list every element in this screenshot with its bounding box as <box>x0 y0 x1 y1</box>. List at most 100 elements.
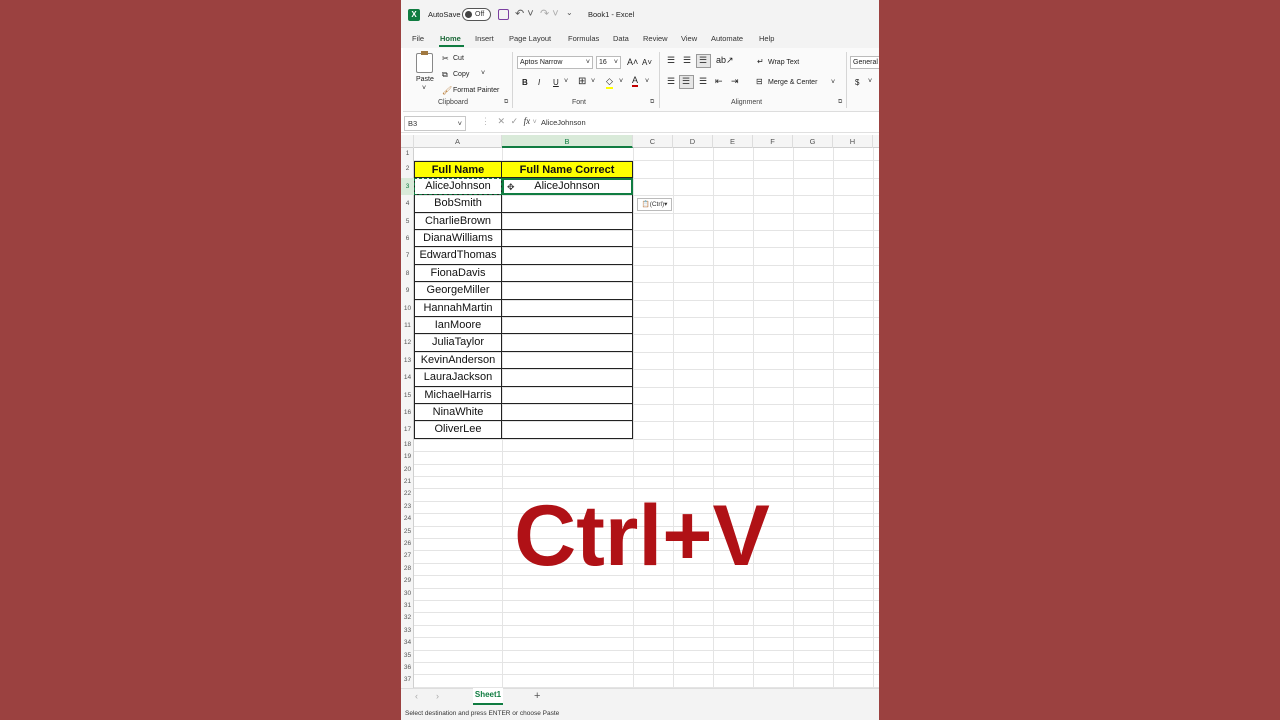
font-color-dropdown-icon[interactable]: ˅ <box>645 78 649 85</box>
format-painter-button[interactable]: Format Painter <box>453 87 499 94</box>
cell-full-name[interactable]: IanMoore <box>414 317 502 335</box>
row-header[interactable]: 7 <box>401 247 414 264</box>
cell-full-name[interactable]: EdwardThomas <box>414 247 502 265</box>
active-cell-b3[interactable] <box>502 178 633 195</box>
row-header[interactable]: 22 <box>401 488 414 500</box>
row-header[interactable]: 26 <box>401 538 414 550</box>
tab-review[interactable]: Review <box>643 34 668 43</box>
cell-full-name-correct[interactable] <box>502 264 633 283</box>
row-header[interactable]: 6 <box>401 230 414 247</box>
italic-button[interactable]: I <box>538 78 540 87</box>
column-header-e[interactable]: E <box>713 135 753 148</box>
tab-page-layout[interactable]: Page Layout <box>509 34 551 43</box>
column-header-a[interactable]: A <box>414 135 502 148</box>
cut-button[interactable]: Cut <box>453 55 464 62</box>
row-header[interactable]: 30 <box>401 588 414 600</box>
tab-automate[interactable]: Automate <box>711 34 743 43</box>
row-header[interactable]: 27 <box>401 550 414 562</box>
borders-icon[interactable]: ⊞ <box>578 76 586 87</box>
cell-full-name-correct[interactable] <box>502 282 633 300</box>
align-bottom-button[interactable]: ☰ <box>696 54 711 68</box>
column-header-f[interactable]: F <box>753 135 793 148</box>
cell-full-name[interactable]: BobSmith <box>414 195 502 213</box>
wrap-text-button[interactable]: Wrap Text <box>768 59 799 66</box>
tab-view[interactable]: View <box>681 34 697 43</box>
cell-full-name[interactable]: CharlieBrown <box>414 212 502 230</box>
cell-full-name-correct[interactable] <box>502 369 633 387</box>
row-header[interactable]: 4 <box>401 195 414 212</box>
previous-sheet-icon[interactable]: ‹ <box>415 691 418 701</box>
cell-full-name[interactable]: GeorgeMiller <box>414 282 502 300</box>
cell-full-name[interactable]: HannahMartin <box>414 299 502 317</box>
align-center-button[interactable]: ☰ <box>679 75 694 89</box>
row-header[interactable]: 32 <box>401 612 414 624</box>
bold-button[interactable]: B <box>522 78 528 87</box>
next-sheet-icon[interactable]: › <box>436 691 439 701</box>
decrease-indent-icon[interactable]: ⇤ <box>715 76 723 87</box>
row-header[interactable]: 14 <box>401 369 414 386</box>
row-header[interactable]: 23 <box>401 501 414 513</box>
column-header-g[interactable]: G <box>793 135 833 148</box>
row-header[interactable]: 31 <box>401 600 414 612</box>
sheet-tab-sheet1[interactable]: Sheet1 <box>473 688 503 705</box>
cell-full-name[interactable]: LauraJackson <box>414 369 502 387</box>
tab-insert[interactable]: Insert <box>475 34 494 43</box>
column-header-d[interactable]: D <box>673 135 713 148</box>
tab-formulas[interactable]: Formulas <box>568 34 599 43</box>
row-header[interactable]: 10 <box>401 300 414 317</box>
column-header-h[interactable]: H <box>833 135 873 148</box>
cell-full-name-correct[interactable] <box>502 317 633 335</box>
row-header[interactable]: 18 <box>401 439 414 451</box>
underline-button[interactable]: U <box>553 78 559 87</box>
font-launcher-icon[interactable]: ⧉ <box>650 99 654 106</box>
autosave-toggle[interactable]: Off <box>462 8 491 21</box>
enter-icon[interactable]: ✓ <box>511 116 519 126</box>
redo-icon[interactable]: ↷ ˅ <box>540 7 559 20</box>
paste-dropdown-icon[interactable]: ˅ <box>422 85 426 92</box>
row-header[interactable]: 29 <box>401 575 414 587</box>
row-header[interactable]: 28 <box>401 563 414 575</box>
tab-help[interactable]: Help <box>759 34 774 43</box>
align-left-icon[interactable]: ☰ <box>667 76 675 87</box>
merge-center-button[interactable]: Merge & Center <box>768 79 817 86</box>
cell-full-name-correct[interactable] <box>502 334 633 352</box>
font-size-select[interactable]: 16 ˅ <box>596 56 621 69</box>
cell-full-name-correct[interactable] <box>502 421 633 439</box>
cancel-icon[interactable]: ✕ <box>498 116 506 126</box>
row-header[interactable]: 33 <box>401 625 414 637</box>
font-family-select[interactable]: Aptos Narrow ˅ <box>517 56 593 69</box>
align-right-icon[interactable]: ☰ <box>699 76 707 87</box>
cell-full-name[interactable]: JuliaTaylor <box>414 334 502 352</box>
cell-full-name[interactable]: DianaWilliams <box>414 230 502 248</box>
row-header[interactable]: 15 <box>401 387 414 404</box>
decrease-font-size-icon[interactable]: A˅ <box>642 58 652 67</box>
save-icon[interactable] <box>498 9 509 20</box>
cell-full-name[interactable]: KevinAnderson <box>414 351 502 370</box>
row-header[interactable]: 3 <box>401 177 414 196</box>
clipboard-launcher-icon[interactable]: ⧉ <box>504 99 508 106</box>
tab-home[interactable]: Home <box>440 34 461 43</box>
paste-options-button[interactable]: 📋(Ctrl)▾ <box>637 198 672 211</box>
header-full-name[interactable]: Full Name <box>414 161 502 178</box>
cell-full-name-correct[interactable] <box>502 247 633 265</box>
cell-full-name-correct[interactable] <box>502 404 633 422</box>
cell-full-name-correct[interactable] <box>502 386 633 404</box>
row-header[interactable]: 37 <box>401 674 414 686</box>
paste-button[interactable]: Paste <box>416 76 434 83</box>
merge-dropdown-icon[interactable]: ˅ <box>831 79 835 86</box>
row-header[interactable]: 1 <box>401 148 414 160</box>
select-all-button[interactable] <box>401 135 414 148</box>
wrap-text-icon[interactable]: ↵ <box>757 57 764 66</box>
cut-icon[interactable]: ✂ <box>442 54 449 63</box>
row-header[interactable]: 25 <box>401 526 414 538</box>
cell-full-name[interactable]: FionaDavis <box>414 264 502 283</box>
row-header[interactable]: 12 <box>401 334 414 351</box>
cell-full-name-correct[interactable] <box>502 195 633 213</box>
orientation-icon[interactable]: ab↗ <box>716 55 734 66</box>
increase-font-size-icon[interactable]: A˄ <box>627 57 638 67</box>
row-header[interactable]: 19 <box>401 451 414 463</box>
paste-icon[interactable] <box>416 51 433 73</box>
row-header[interactable]: 24 <box>401 513 414 525</box>
row-header[interactable]: 35 <box>401 650 414 662</box>
row-header[interactable]: 20 <box>401 464 414 476</box>
